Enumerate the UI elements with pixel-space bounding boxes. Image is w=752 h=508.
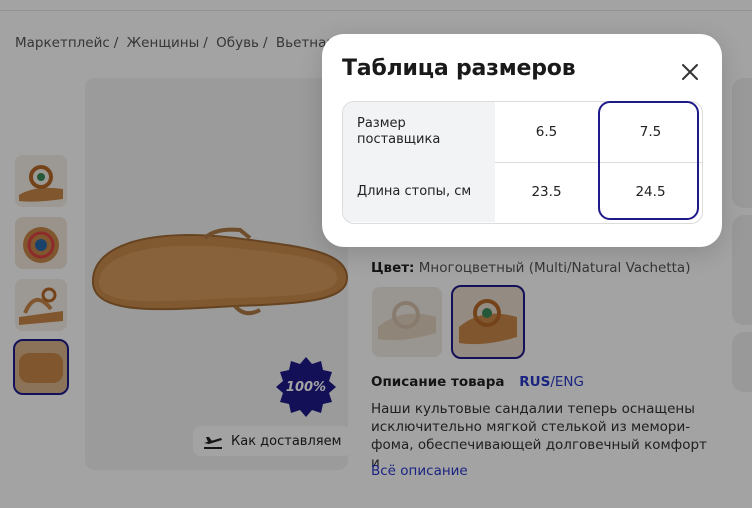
close-icon [682, 64, 698, 80]
size-chart-modal: Таблица размеров Размер поставщика 6.5 7… [322, 34, 722, 247]
row-header-foot-length: Длина стопы, см [343, 162, 495, 222]
size-cell-selected[interactable]: 24.5 [599, 162, 702, 222]
size-cell-selected[interactable]: 7.5 [599, 102, 702, 162]
size-table: Размер поставщика 6.5 7.5 Длина стопы, с… [342, 101, 703, 224]
close-button[interactable] [674, 56, 706, 88]
table-row: Длина стопы, см 23.5 24.5 [343, 162, 702, 222]
size-cell[interactable]: 6.5 [495, 102, 598, 162]
modal-title: Таблица размеров [342, 56, 576, 81]
size-cell[interactable]: 23.5 [495, 162, 598, 222]
table-row: Размер поставщика 6.5 7.5 [343, 102, 702, 163]
row-header-supplier-size: Размер поставщика [343, 102, 495, 162]
